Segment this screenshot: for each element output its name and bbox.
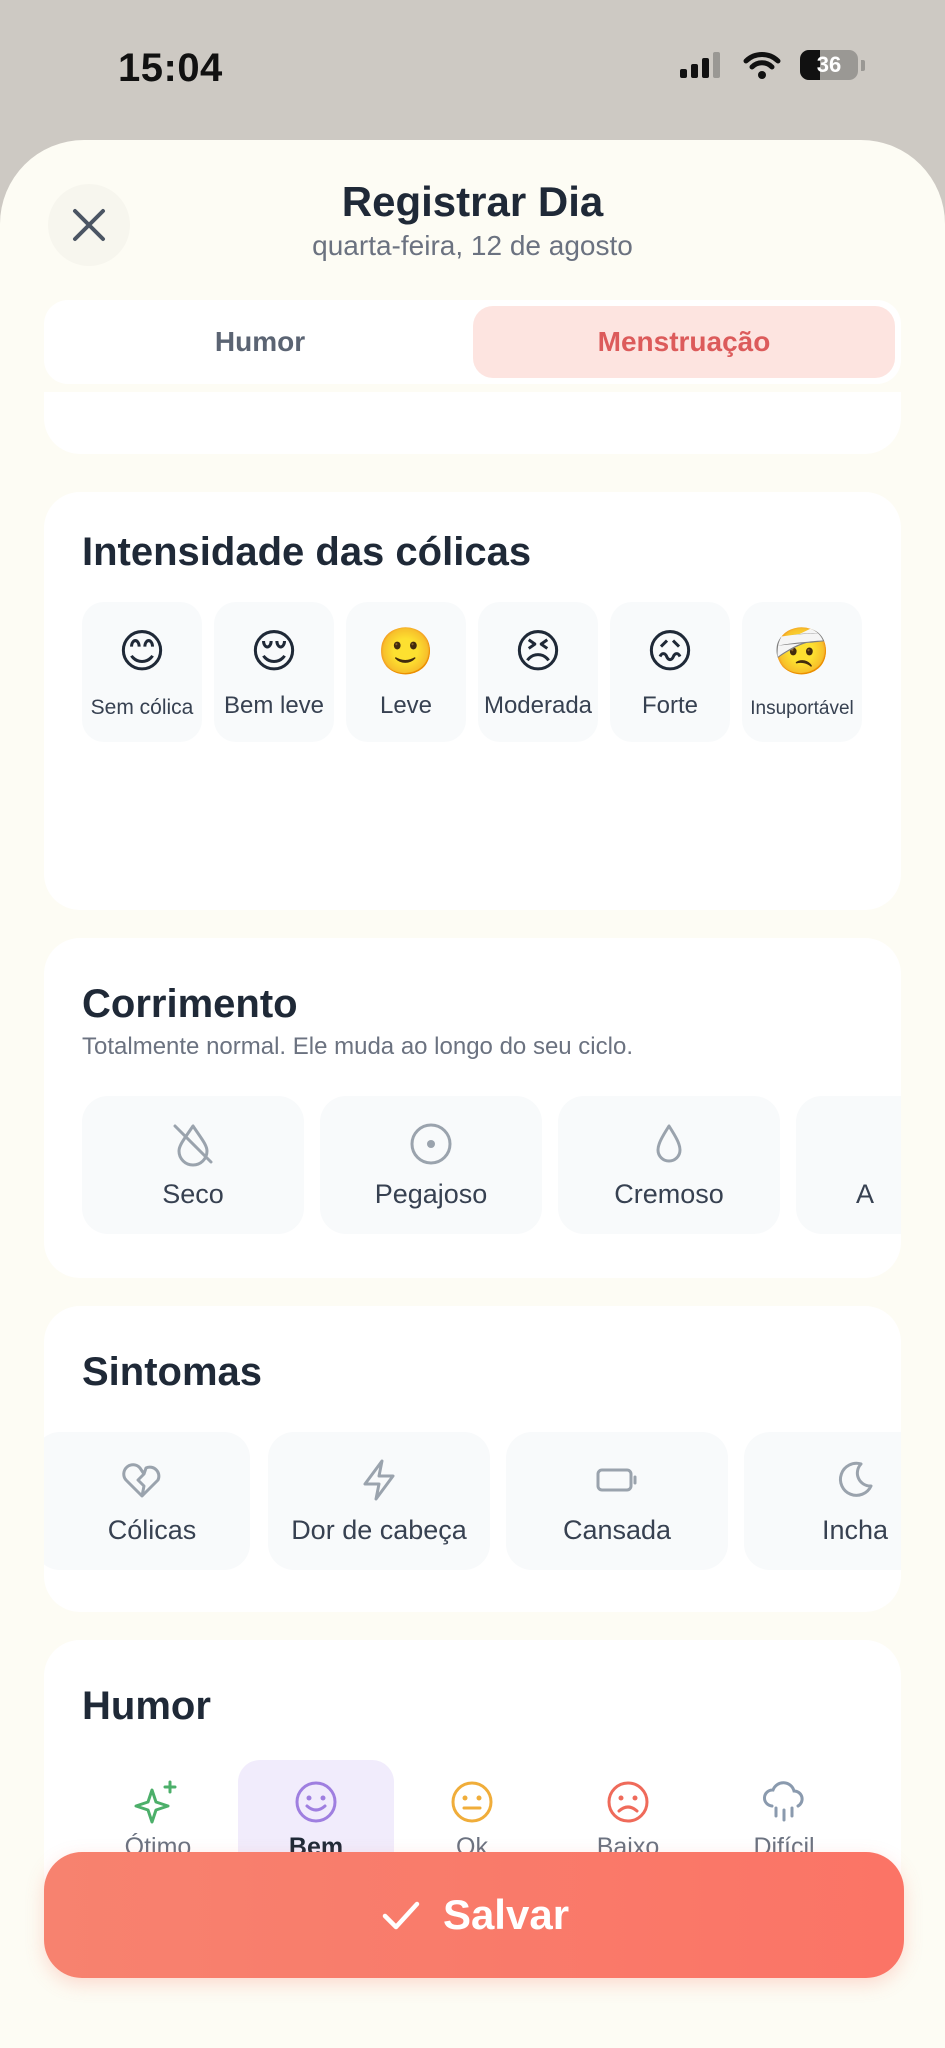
option-label: A — [856, 1179, 875, 1209]
cramp-option-insuportavel[interactable]: 🤕 Insuportável — [742, 602, 862, 742]
cellular-signal-icon — [680, 52, 720, 78]
cramp-option-bem-leve[interactable]: 😌 Bem leve — [214, 602, 334, 742]
cramp-option-sem-colica[interactable]: 😊 Sem cólica — [82, 602, 202, 742]
symptoms-title: Sintomas — [82, 1350, 263, 1394]
moon-icon — [838, 1461, 873, 1497]
smiling-face-icon: 😊 — [118, 625, 166, 677]
cramps-title: Intensidade das cólicas — [82, 530, 532, 574]
lightning-icon — [363, 1459, 395, 1501]
persevering-face-icon: 😣 — [514, 625, 562, 677]
check-icon — [382, 1901, 420, 1930]
status-time: 15:04 — [118, 46, 223, 90]
battery-icon: 36 — [800, 50, 858, 80]
option-label: Cansada — [562, 1515, 672, 1545]
cramp-option-leve[interactable]: 🙂 Leve — [346, 602, 466, 742]
option-label: Incha — [821, 1515, 889, 1545]
head-bandage-face-icon: 🤕 — [773, 625, 831, 677]
option-label: Bem leve — [223, 692, 325, 719]
page-subtitle: quarta-feira, 12 de agosto — [312, 230, 633, 261]
symptom-option-inchaco[interactable]: Incha — [744, 1432, 901, 1570]
option-label: Pegajoso — [374, 1179, 488, 1209]
broken-heart-icon — [122, 1463, 161, 1498]
option-label: Moderada — [483, 692, 593, 719]
option-label: Seco — [162, 1179, 224, 1209]
option-label: Insuportável — [750, 698, 854, 719]
option-label: Leve — [379, 692, 433, 719]
previous-card-edge — [44, 392, 901, 454]
option-label: Cólicas — [107, 1515, 197, 1545]
mood-title: Humor — [82, 1684, 211, 1728]
status-icons: 36 — [680, 50, 865, 80]
battery-level: 36 — [816, 52, 842, 77]
cloud-rain-icon — [763, 1781, 804, 1822]
sticky-icon — [410, 1123, 452, 1165]
symptom-option-cansada[interactable]: Cansada — [506, 1432, 728, 1570]
option-label: Sem cólica — [90, 696, 194, 719]
option-label: Dor de cabeça — [291, 1515, 467, 1545]
option-label: Forte — [641, 692, 698, 719]
discharge-option-seco[interactable]: Seco — [82, 1096, 304, 1234]
tab-switcher: Humor Menstruação — [44, 300, 901, 384]
status-bar: 15:04 36 — [0, 0, 945, 140]
discharge-option-pegajoso[interactable]: Pegajoso — [320, 1096, 542, 1234]
discharge-option-cremoso[interactable]: Cremoso — [558, 1096, 780, 1234]
symptom-option-dor-de-cabeca[interactable]: Dor de cabeça — [268, 1432, 490, 1570]
sparkles-icon — [134, 1780, 177, 1824]
symptom-option-colicas[interactable]: Cólicas — [44, 1432, 250, 1570]
discharge-subtitle: Totalmente normal. Ele muda ao longo do … — [82, 1033, 633, 1060]
cramp-option-moderada[interactable]: 😣 Moderada — [478, 602, 598, 742]
dry-icon — [173, 1124, 213, 1167]
tab-menstruacao[interactable]: Menstruação — [473, 306, 895, 378]
slight-smile-icon: 🙂 — [377, 625, 435, 677]
battery-low-icon — [596, 1468, 637, 1492]
tab-humor[interactable]: Humor — [50, 306, 470, 378]
confounded-face-icon: 😖 — [646, 625, 694, 677]
neutral-face-icon — [451, 1781, 493, 1823]
cramp-option-forte[interactable]: 😖 Forte — [610, 602, 730, 742]
smile-icon — [295, 1781, 337, 1823]
symptoms-card: Sintomas Cólicas Dor de cabeça Cansada I… — [44, 1306, 901, 1612]
option-label: Cremoso — [614, 1179, 724, 1209]
discharge-card: Corrimento Totalmente normal. Ele muda a… — [44, 938, 901, 1278]
save-button-label: Salvar — [442, 1891, 570, 1938]
wifi-icon — [743, 52, 781, 79]
page-title: Registrar Dia — [341, 178, 604, 225]
drop-icon — [656, 1124, 682, 1163]
relieved-face-icon: 😌 — [250, 625, 298, 677]
discharge-title: Corrimento — [82, 982, 298, 1026]
discharge-option-partial[interactable]: A — [796, 1096, 901, 1234]
register-day-sheet: Registrar Dia quarta-feira, 12 de agosto… — [0, 140, 945, 2048]
frown-icon — [607, 1781, 649, 1823]
save-button[interactable]: Salvar — [44, 1852, 904, 1978]
cramps-card: Intensidade das cólicas 😊 Sem cólica 😌 B… — [44, 492, 901, 910]
